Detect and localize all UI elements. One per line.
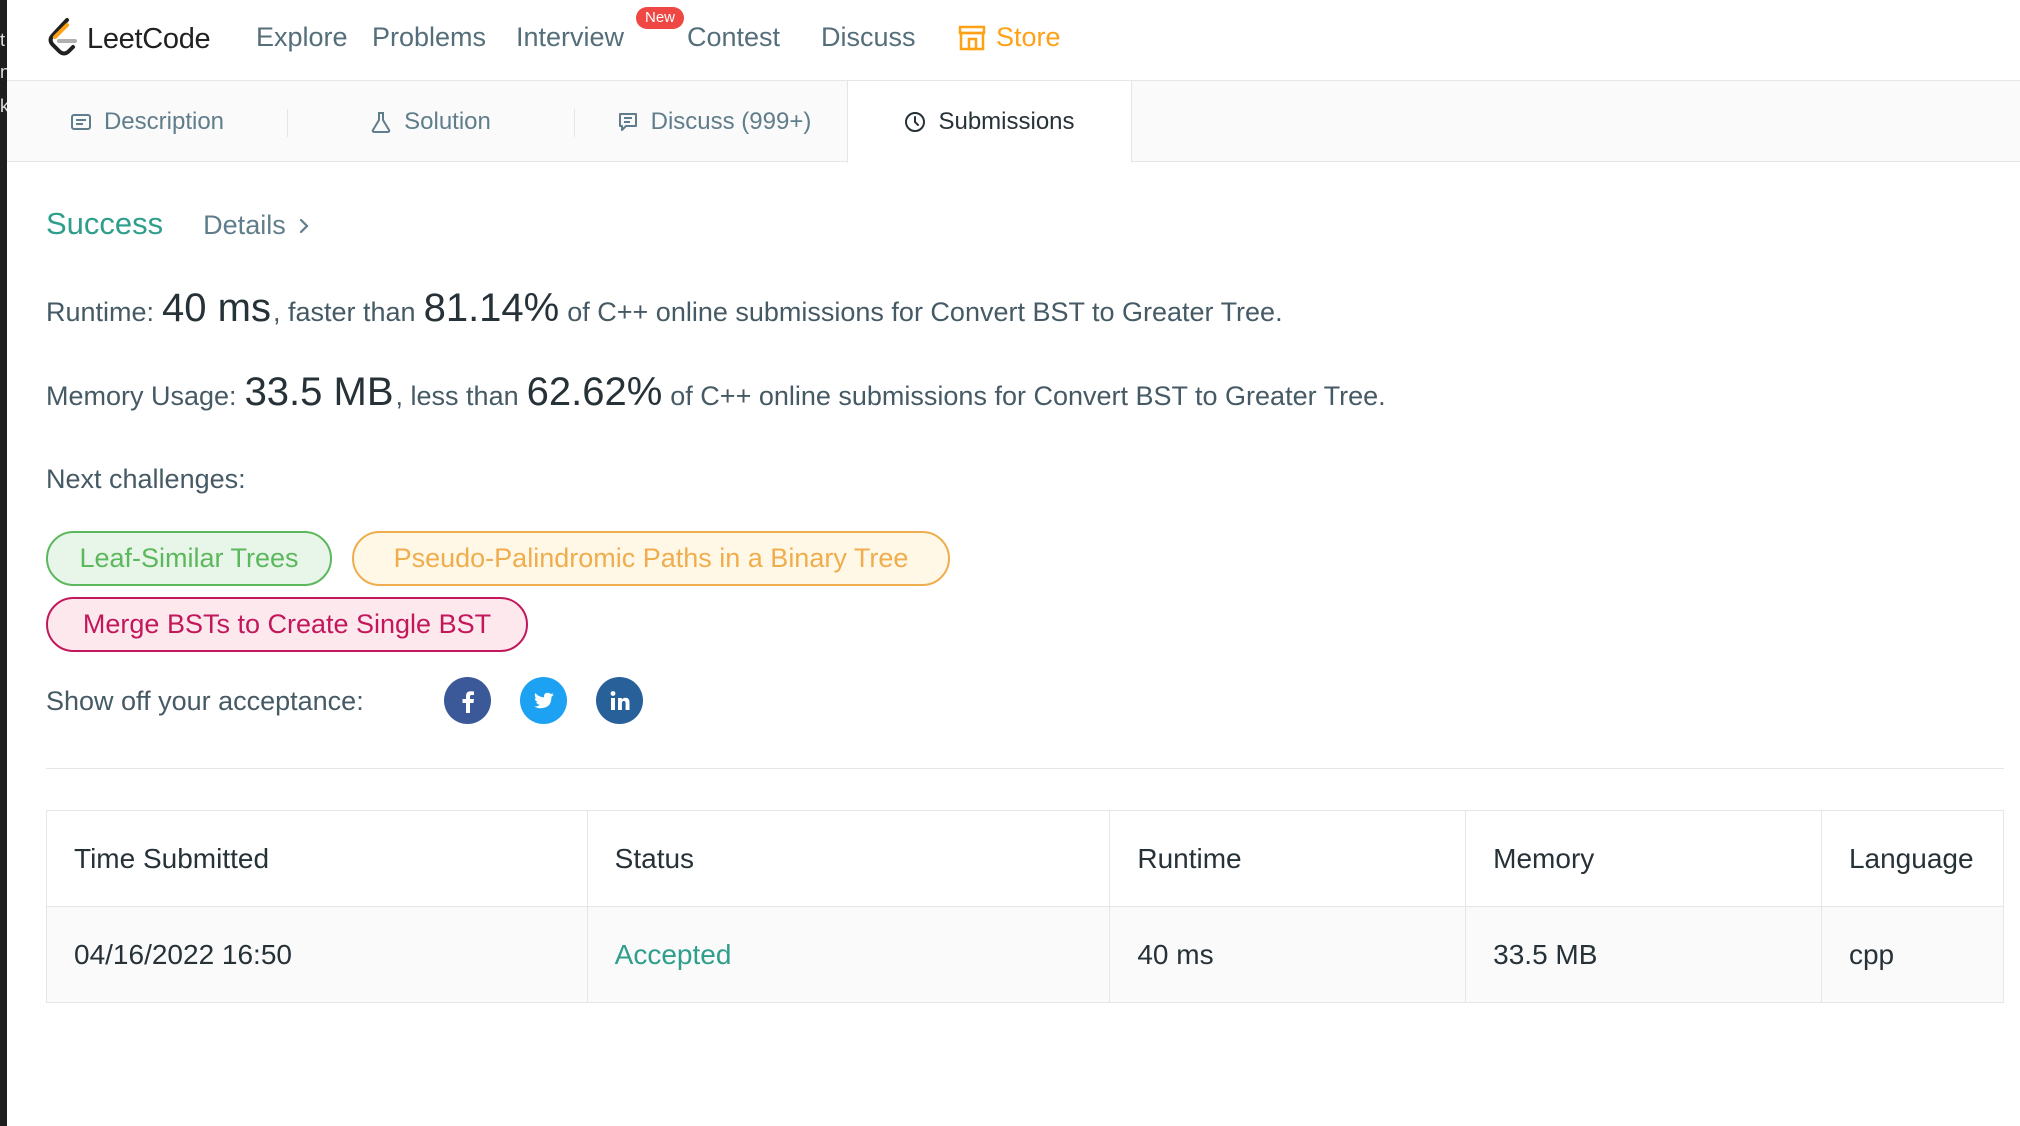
nav-discuss[interactable]: Discuss bbox=[821, 22, 916, 53]
tab-discuss[interactable]: Discuss (999+) bbox=[574, 81, 854, 162]
chat-icon bbox=[618, 112, 637, 131]
tab-discuss-label: Discuss (999+) bbox=[650, 107, 812, 135]
nav-contest[interactable]: Contest bbox=[687, 22, 780, 53]
challenge-pill-easy[interactable]: Leaf-Similar Trees bbox=[46, 531, 332, 586]
cell-language: cpp bbox=[1820, 906, 2005, 1003]
runtime-percentile: 81.14% bbox=[423, 286, 560, 330]
runtime-suffix: of C++ online submissions for Convert BS… bbox=[567, 297, 1283, 327]
submissions-table: Time Submitted Status Runtime Memory Lan… bbox=[46, 810, 2005, 1003]
details-link[interactable]: Details bbox=[203, 210, 310, 241]
tab-description[interactable]: Description bbox=[7, 81, 287, 162]
cell-memory: 33.5 MB bbox=[1465, 906, 1822, 1003]
header-time-submitted: Time Submitted bbox=[46, 810, 588, 907]
cell-status-accepted[interactable]: Accepted bbox=[586, 906, 1111, 1003]
result-status-row: Success Details bbox=[46, 206, 310, 242]
challenge-pill-medium[interactable]: Pseudo-Palindromic Paths in a Binary Tre… bbox=[352, 531, 950, 586]
problem-tabbar: Description Solution Discuss (999+) Subm… bbox=[7, 81, 2020, 163]
chevron-right-icon bbox=[299, 218, 309, 233]
clock-icon bbox=[905, 112, 926, 132]
nav-problems[interactable]: Problems bbox=[372, 22, 486, 53]
memory-suffix: of C++ online submissions for Convert BS… bbox=[670, 381, 1386, 411]
nav-explore[interactable]: Explore bbox=[256, 22, 348, 53]
twitter-share-button[interactable] bbox=[520, 677, 567, 724]
new-badge: New bbox=[636, 7, 685, 29]
cell-time-submitted: 04/16/2022 16:50 bbox=[46, 906, 588, 1003]
table-row: 04/16/2022 16:50 Accepted 40 ms 33.5 MB … bbox=[46, 906, 2005, 1003]
header-memory: Memory bbox=[1465, 810, 1822, 907]
details-label: Details bbox=[203, 210, 286, 240]
facebook-icon bbox=[462, 690, 474, 713]
cell-runtime: 40 ms bbox=[1109, 906, 1467, 1003]
runtime-value: 40 ms bbox=[162, 286, 271, 330]
memory-mid: , less than bbox=[395, 381, 519, 411]
section-divider bbox=[46, 768, 2004, 769]
flask-icon bbox=[371, 111, 391, 133]
memory-stat: Memory Usage: 33.5 MB , less than 62.62%… bbox=[46, 370, 1386, 415]
table-header-row: Time Submitted Status Runtime Memory Lan… bbox=[46, 810, 2005, 907]
top-navbar: LeetCode Explore Problems Interview New … bbox=[7, 0, 2020, 81]
memory-percentile: 62.62% bbox=[526, 370, 663, 414]
runtime-prefix: Runtime: bbox=[46, 297, 155, 327]
tab-description-label: Description bbox=[103, 107, 225, 135]
runtime-mid: , faster than bbox=[272, 297, 416, 327]
share-label: Show off your acceptance: bbox=[46, 686, 364, 716]
tab-submissions[interactable]: Submissions bbox=[847, 81, 1132, 163]
header-status: Status bbox=[586, 810, 1111, 907]
nav-store[interactable]: Store bbox=[958, 22, 1061, 53]
logo-text: LeetCode bbox=[87, 22, 211, 55]
store-icon bbox=[958, 25, 986, 50]
header-language: Language bbox=[1820, 810, 2005, 907]
twitter-icon bbox=[533, 692, 554, 708]
store-label: Store bbox=[996, 22, 1061, 52]
tab-solution[interactable]: Solution bbox=[287, 81, 574, 162]
nav-interview[interactable]: Interview bbox=[516, 22, 624, 53]
leetcode-logo-icon bbox=[48, 18, 77, 56]
header-runtime: Runtime bbox=[1109, 810, 1467, 907]
runtime-stat: Runtime: 40 ms , faster than 81.14% of C… bbox=[46, 286, 1283, 331]
tab-submissions-label: Submissions bbox=[938, 108, 1075, 135]
memory-prefix: Memory Usage: bbox=[46, 381, 237, 411]
facebook-share-button[interactable] bbox=[444, 677, 491, 724]
description-icon bbox=[70, 113, 91, 130]
linkedin-share-button[interactable] bbox=[596, 677, 643, 724]
next-challenges-label: Next challenges: bbox=[46, 464, 246, 494]
challenge-pill-hard[interactable]: Merge BSTs to Create Single BST bbox=[46, 597, 528, 652]
success-status: Success bbox=[46, 206, 164, 241]
memory-value: 33.5 MB bbox=[244, 370, 394, 414]
tab-solution-label: Solution bbox=[404, 107, 491, 135]
linkedin-icon bbox=[610, 690, 629, 710]
adjacent-window-edge: t n k bbox=[0, 0, 7, 1126]
leetcode-logo[interactable]: LeetCode bbox=[45, 14, 211, 64]
